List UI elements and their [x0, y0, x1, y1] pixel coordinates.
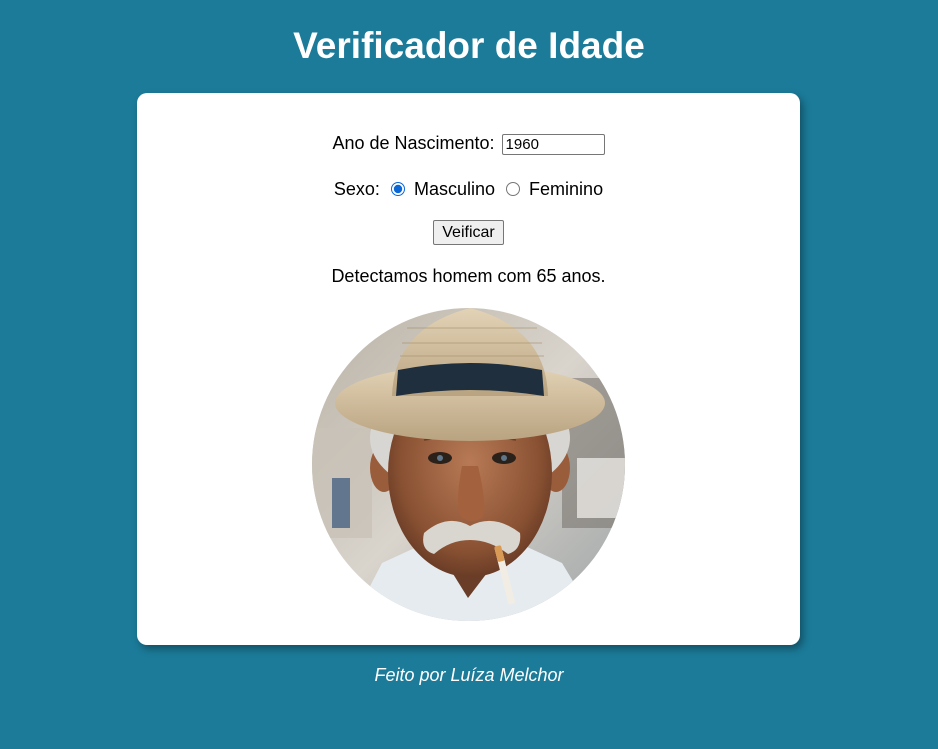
- sex-radio-masculino[interactable]: [390, 182, 405, 196]
- sex-row: Sexo: Masculino Feminino: [137, 177, 800, 201]
- sex-label: Sexo:: [333, 179, 380, 199]
- sex-option-masculino-label[interactable]: Masculino: [414, 179, 495, 199]
- verify-button[interactable]: Veificar: [433, 220, 504, 245]
- sex-option-feminino-label[interactable]: Feminino: [529, 179, 603, 199]
- verifier-card: Ano de Nascimento: Sexo: Masculino Femin…: [137, 93, 800, 645]
- birth-year-input[interactable]: [501, 133, 605, 155]
- page-title: Verificador de Idade: [293, 25, 645, 66]
- result-text: Detectamos homem com 65 anos.: [331, 266, 606, 286]
- sex-radio-feminino[interactable]: [506, 182, 521, 196]
- birth-year-row: Ano de Nascimento:: [137, 131, 800, 155]
- birth-year-label: Ano de Nascimento:: [332, 133, 495, 153]
- submit-row: Veificar: [137, 220, 800, 245]
- elderly-man-photo: [312, 308, 625, 621]
- footer-credit: Feito por Luíza Melchor: [374, 665, 564, 685]
